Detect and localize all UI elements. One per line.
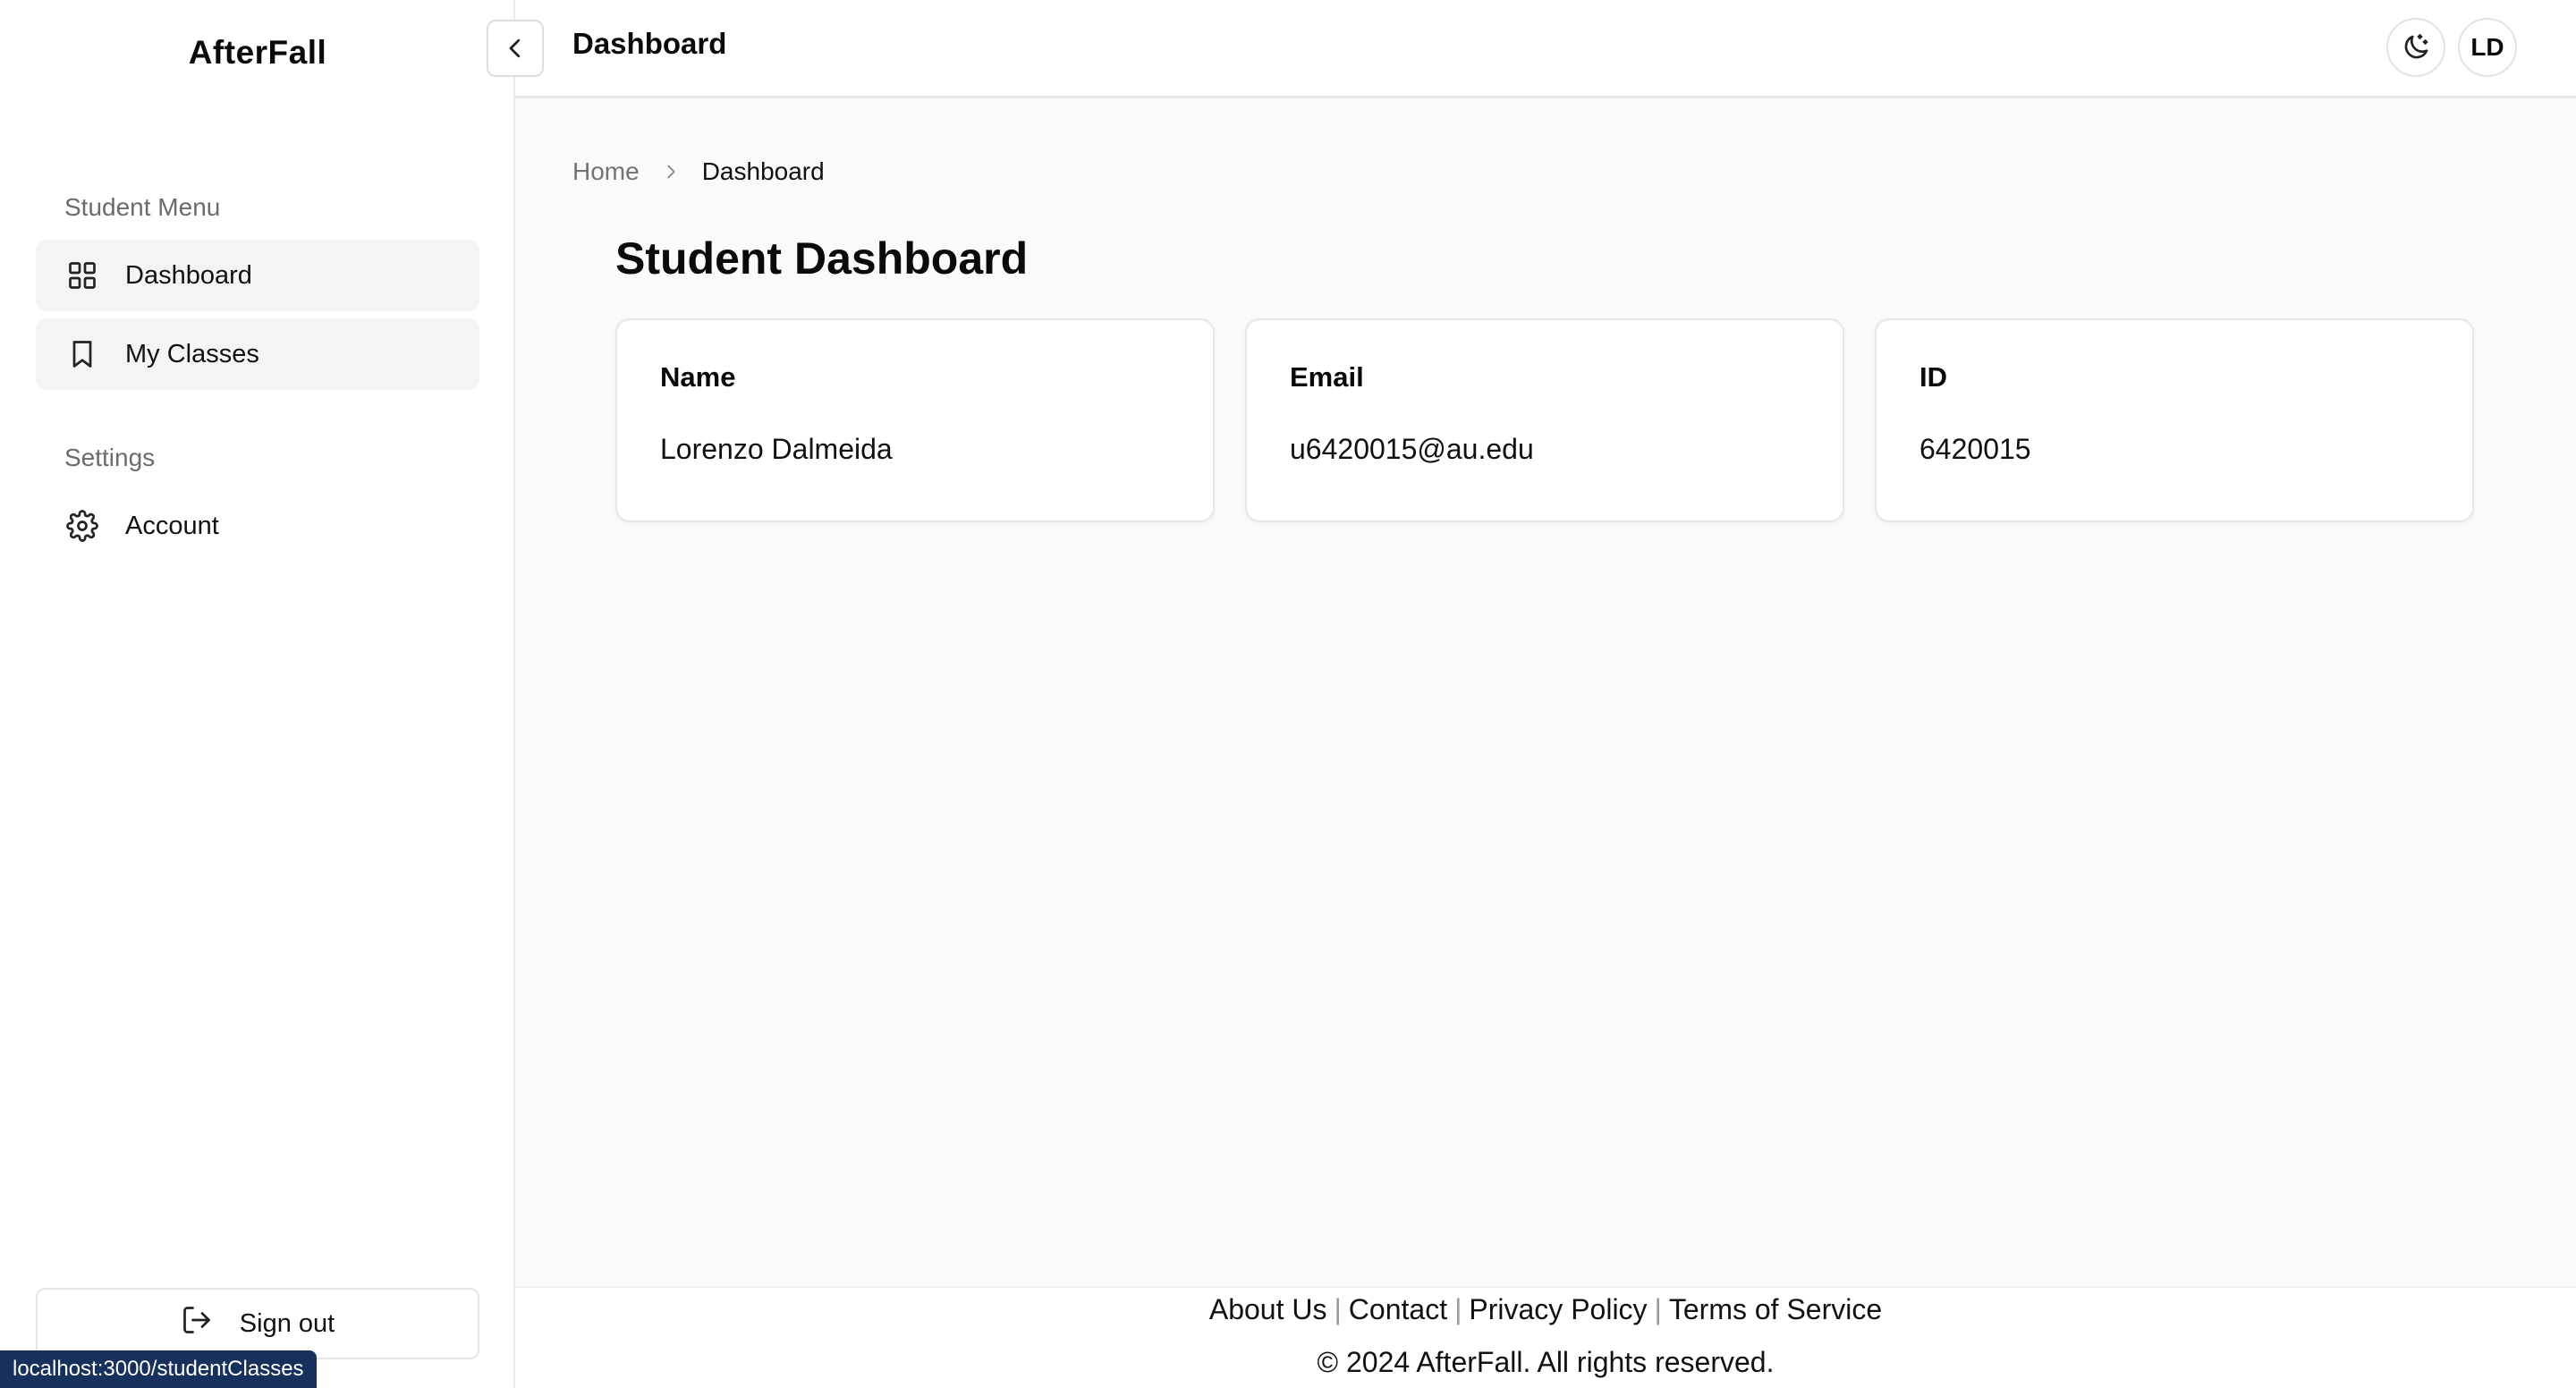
card-label: Name [660, 361, 736, 393]
header-title: Dashboard [572, 27, 727, 60]
footer-link-terms[interactable]: Terms of Service [1669, 1293, 1882, 1325]
id-card: ID 6420015 [1875, 318, 2474, 522]
footer-separator: | [1654, 1293, 1662, 1325]
footer-link-about[interactable]: About Us [1209, 1293, 1327, 1325]
footer-separator: | [1334, 1293, 1342, 1325]
sidebar-item-my-classes[interactable]: My Classes [36, 318, 479, 390]
sign-out-button[interactable]: Sign out [36, 1288, 479, 1359]
card-value: u6420015@au.edu [1290, 433, 1534, 465]
grid-icon [64, 258, 100, 293]
sidebar-item-label: My Classes [125, 339, 259, 368]
chevron-right-icon [661, 162, 681, 182]
bookmark-icon [64, 336, 100, 372]
user-avatar-button[interactable]: LD [2458, 18, 2517, 77]
sidebar: AfterFall Student Menu Dashboard My Clas… [0, 0, 515, 1388]
app-root: AfterFall Student Menu Dashboard My Clas… [0, 0, 2576, 1388]
main-content: Dashboard LD Home Dashboard Student Dash… [487, 0, 2576, 1388]
sign-out-label: Sign out [239, 1308, 335, 1338]
breadcrumb-current: Dashboard [701, 157, 825, 185]
theme-toggle-button[interactable] [2386, 18, 2445, 77]
sidebar-item-account[interactable]: Account [36, 490, 479, 562]
email-card: Email u6420015@au.edu [1245, 318, 1844, 522]
sidebar-item-label: Dashboard [125, 260, 252, 290]
collapse-sidebar-button[interactable] [487, 20, 544, 77]
log-out-icon [181, 1304, 240, 1343]
sidebar-item-label: Account [125, 511, 219, 540]
breadcrumb: Home Dashboard [572, 157, 825, 186]
top-bar: Dashboard LD [487, 0, 2576, 98]
info-cards: Name Lorenzo Dalmeida Email u6420015@au.… [615, 318, 2474, 522]
breadcrumb-home[interactable]: Home [572, 157, 640, 186]
chevron-left-icon [509, 38, 521, 58]
card-value: Lorenzo Dalmeida [660, 433, 893, 465]
moon-stars-icon [2404, 34, 2428, 59]
student-menu-label: Student Menu [64, 193, 221, 221]
copyright-text: © 2024 AfterFall. All rights reserved. [1317, 1346, 1775, 1378]
footer-link-contact[interactable]: Contact [1349, 1293, 1447, 1325]
card-label: Email [1290, 361, 1364, 393]
status-bar-url: localhost:3000/studentClasses [0, 1350, 317, 1388]
card-value: 6420015 [1919, 433, 2031, 465]
footer-links: About Us | Contact | Privacy Policy | Terms of… [515, 1293, 2576, 1326]
settings-label: Settings [64, 444, 156, 471]
gear-icon [64, 508, 100, 544]
footer: About Us | Contact | Privacy Policy | Terms of… [515, 1286, 2576, 1388]
page-title: Student Dashboard [615, 233, 1029, 284]
sidebar-item-dashboard[interactable]: Dashboard [36, 240, 479, 311]
footer-link-privacy[interactable]: Privacy Policy [1469, 1293, 1647, 1325]
name-card: Name Lorenzo Dalmeida [615, 318, 1215, 522]
brand-logo[interactable]: AfterFall [0, 34, 515, 72]
card-label: ID [1919, 361, 1947, 393]
footer-separator: | [1454, 1293, 1462, 1325]
